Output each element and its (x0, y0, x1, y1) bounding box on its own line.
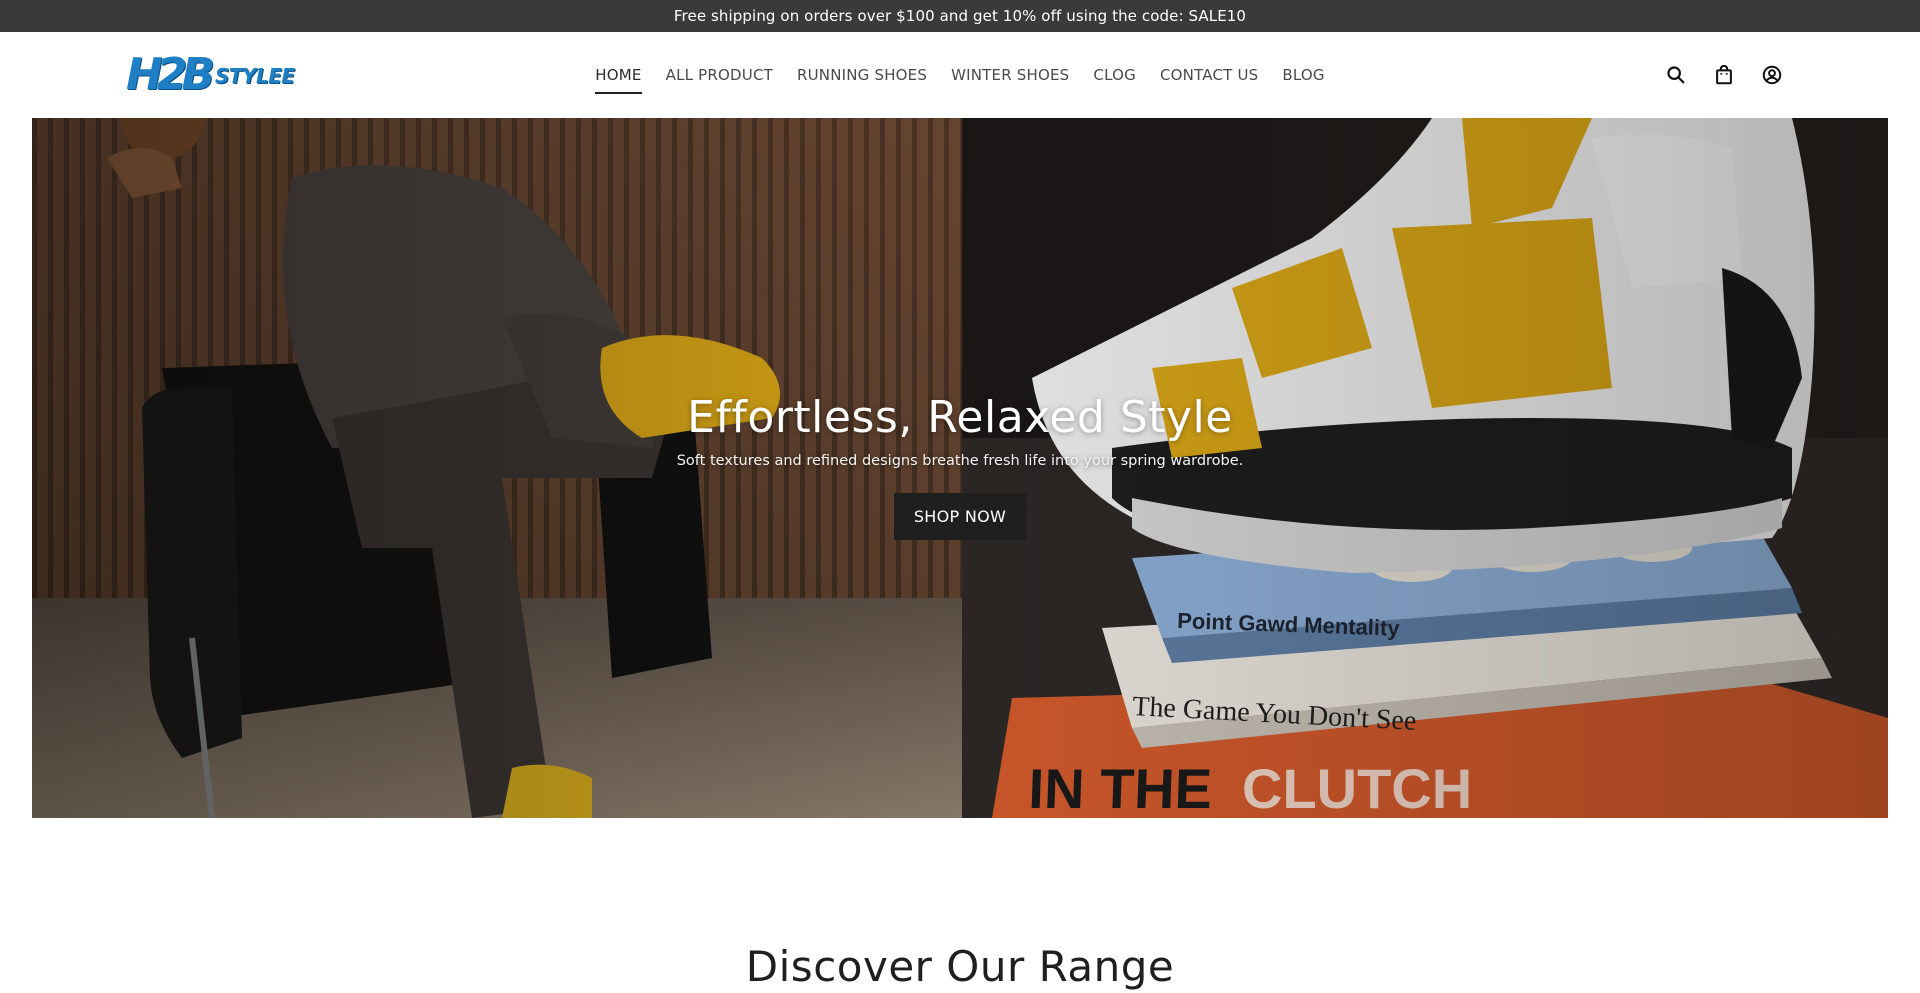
header-icons (1664, 32, 1784, 118)
account-icon[interactable] (1760, 63, 1784, 87)
nav-all-product[interactable]: ALL PRODUCT (666, 58, 773, 92)
hero-content: Effortless, Relaxed Style Soft textures … (32, 392, 1888, 540)
announcement-bar: Free shipping on orders over $100 and ge… (0, 0, 1920, 32)
nav-winter-shoes[interactable]: WINTER SHOES (951, 58, 1069, 92)
nav-home[interactable]: HOME (595, 58, 642, 94)
hero-title: Effortless, Relaxed Style (687, 392, 1233, 443)
search-icon[interactable] (1664, 63, 1688, 87)
bag-icon[interactable] (1712, 63, 1736, 87)
main-nav: HOME ALL PRODUCT RUNNING SHOES WINTER SH… (0, 32, 1920, 118)
section-title-discover: Discover Our Range (745, 942, 1175, 991)
site-header: H2B STYLEE HOME ALL PRODUCT RUNNING SHOE… (0, 32, 1920, 118)
nav-blog[interactable]: BLOG (1282, 58, 1324, 92)
hero-banner: IN THE CLUTCH The Game You Don't See Poi… (32, 118, 1888, 818)
nav-running-shoes[interactable]: RUNNING SHOES (797, 58, 927, 92)
announcement-text: Free shipping on orders over $100 and ge… (673, 7, 1247, 25)
nav-clog[interactable]: CLOG (1093, 58, 1136, 92)
shop-now-button[interactable]: SHOP NOW (893, 493, 1027, 540)
nav-contact-us[interactable]: CONTACT US (1160, 58, 1258, 92)
hero-subtitle: Soft textures and refined designs breath… (676, 453, 1244, 469)
